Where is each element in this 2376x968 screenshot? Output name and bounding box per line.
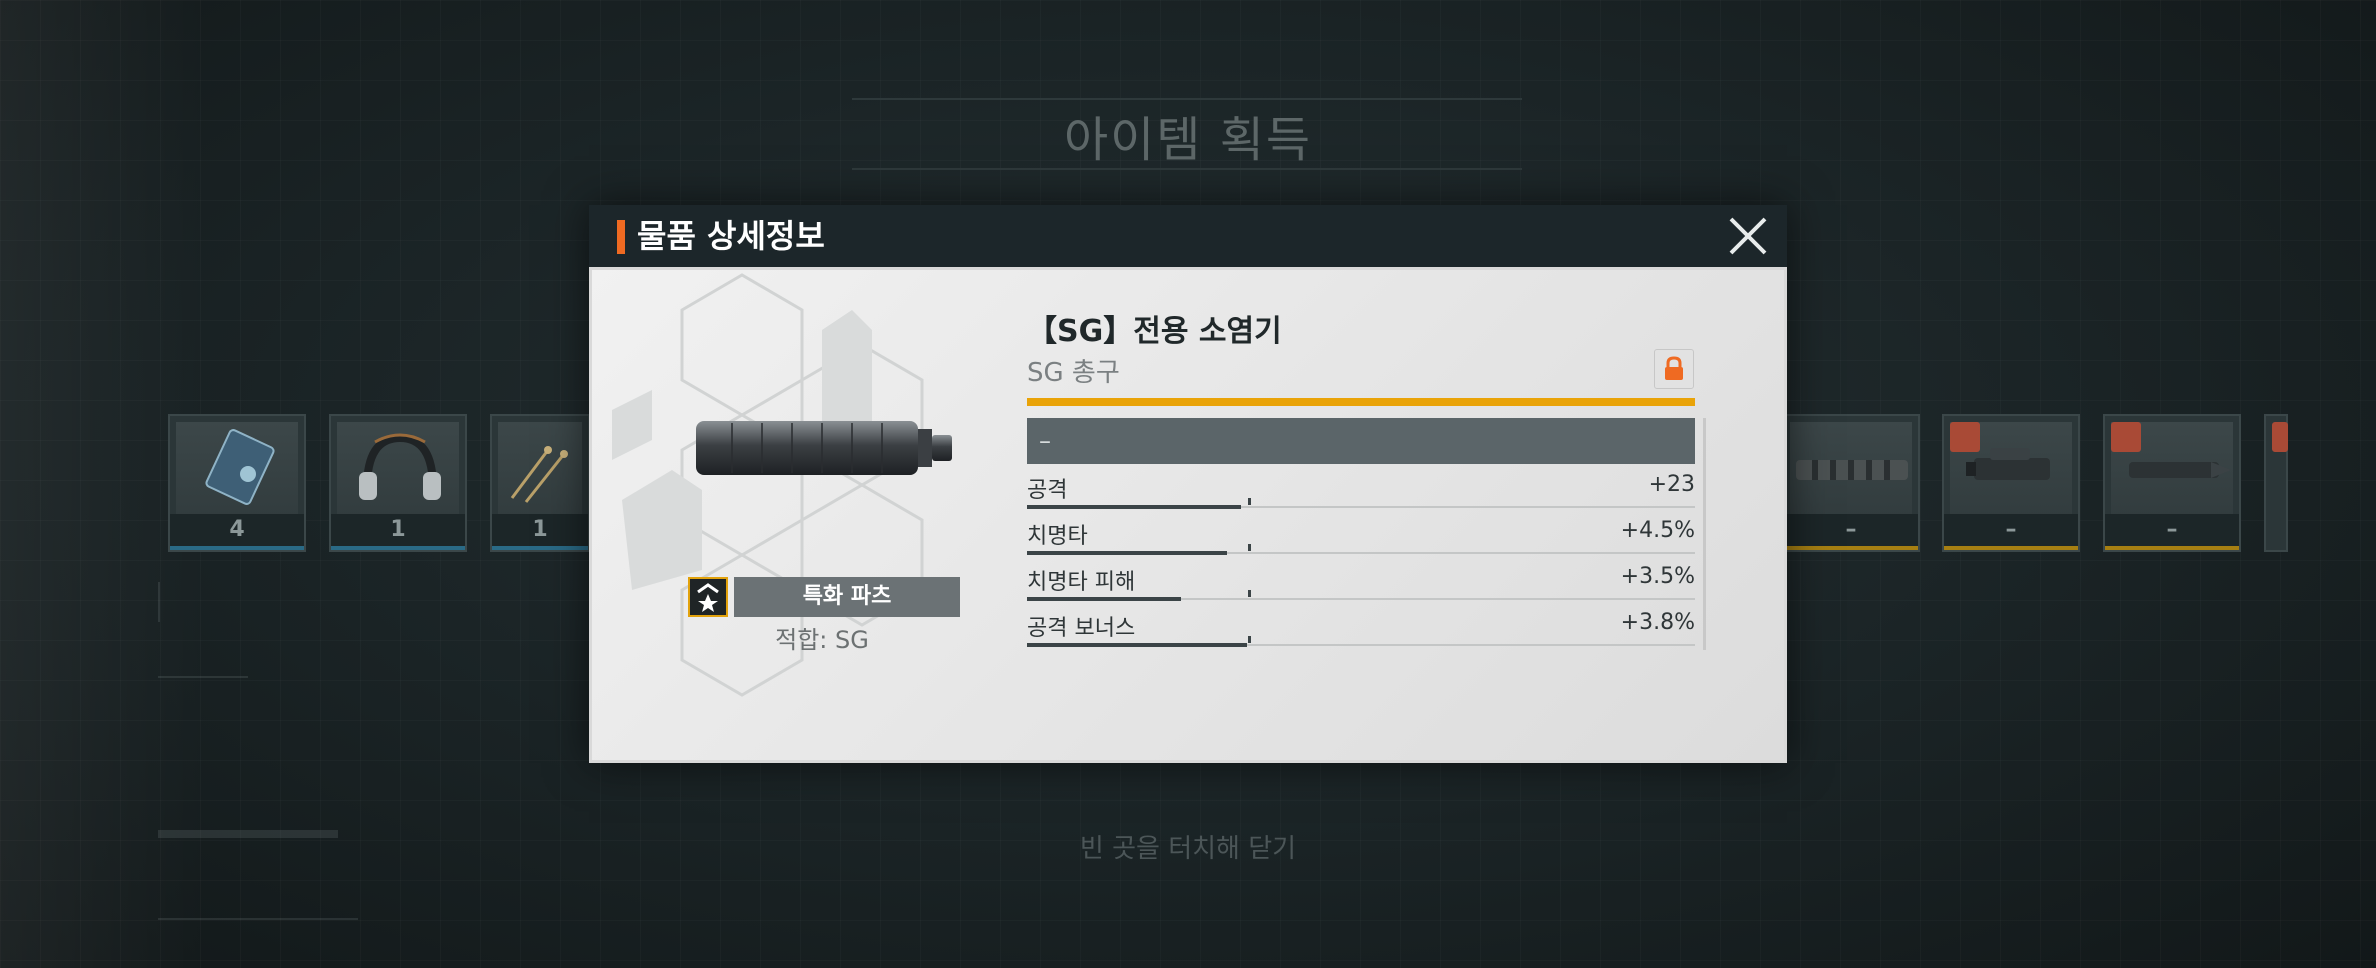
stats-scrollbar[interactable] — [1703, 418, 1706, 650]
page-title: 아이템 획득 — [1063, 112, 1313, 168]
header-accent — [617, 220, 625, 254]
reward-slot[interactable]: – — [2103, 414, 2241, 552]
close-icon — [1729, 217, 1767, 255]
lock-button[interactable] — [1654, 349, 1694, 389]
modal-header: 물품 상세정보 — [589, 205, 1787, 267]
item-detail-modal: 물품 상세정보 특화 파츠 적합: SG 【SG】전용 소염기 SG 총구 – … — [589, 205, 1787, 763]
item-name: 【SG】전용 소염기 — [1027, 314, 1282, 349]
reward-slot[interactable]: – — [1782, 414, 1920, 552]
stat-row: 치명타 피해 +3.5% — [1027, 560, 1695, 606]
compensator-icon — [1796, 460, 1908, 480]
stat-tick — [1248, 636, 1251, 643]
reward-slot[interactable]: 1 — [490, 414, 590, 552]
stat-value: +4.5% — [1620, 518, 1695, 543]
reward-slot-partial[interactable] — [2264, 414, 2288, 552]
tools-icon — [510, 446, 568, 503]
compatibility-text: 적합: SG — [775, 626, 869, 654]
stat-fill — [1027, 597, 1181, 601]
stat-tick — [1248, 544, 1251, 551]
reward-count: – — [2105, 514, 2239, 550]
reward-slot[interactable]: 4 — [168, 414, 306, 552]
modal-title: 물품 상세정보 — [637, 217, 825, 255]
reward-count: – — [1784, 514, 1918, 550]
type-badge-icon — [2111, 422, 2141, 452]
rarity-bar — [1027, 398, 1695, 406]
item-card-icon — [205, 429, 275, 505]
type-badge-icon — [2272, 422, 2288, 452]
item-type: SG 총구 — [1027, 358, 1120, 388]
stat-label: 치명타 — [1027, 524, 1088, 549]
reward-count: – — [1944, 514, 2078, 550]
stat-label: 치명타 피해 — [1027, 570, 1136, 595]
stat-header: – — [1027, 418, 1695, 464]
stat-tick — [1248, 498, 1251, 505]
title-divider-bottom — [852, 168, 1522, 170]
background-decor — [158, 676, 248, 702]
suppressor-item-image — [696, 421, 952, 475]
reward-count: 1 — [331, 514, 465, 550]
stat-value: +3.5% — [1620, 564, 1695, 589]
reward-slot[interactable]: 1 — [329, 414, 467, 552]
type-badge-icon — [1950, 422, 1980, 452]
headphones-icon — [359, 433, 441, 500]
stat-value: +23 — [1648, 472, 1695, 497]
star-chevron-icon — [688, 577, 728, 617]
stat-row: 공격 보너스 +3.8% — [1027, 606, 1695, 652]
close-button[interactable] — [1723, 211, 1773, 261]
hexagon-pattern-background — [612, 273, 924, 697]
close-hint: 빈 곳을 터치해 닫기 — [1079, 834, 1297, 864]
reward-slot[interactable]: – — [1942, 414, 2080, 552]
stat-fill — [1027, 643, 1248, 647]
stat-label: 공격 보너스 — [1027, 616, 1136, 641]
stat-row: 공격 +23 — [1027, 468, 1695, 514]
stat-fill — [1027, 505, 1241, 509]
stat-fill — [1027, 551, 1228, 555]
lock-icon — [1665, 356, 1683, 380]
stat-tick — [1248, 590, 1251, 597]
stat-row: 치명타 +4.5% — [1027, 514, 1695, 560]
stat-value: +3.8% — [1620, 610, 1695, 635]
specialty-parts-label: 특화 파츠 — [734, 577, 960, 617]
background-decor — [158, 918, 358, 920]
modal-body: 특화 파츠 적합: SG 【SG】전용 소염기 SG 총구 – 공격 +23 치… — [589, 267, 1787, 763]
background-decor — [158, 582, 220, 622]
reward-count: 1 — [492, 514, 588, 550]
reward-count: 4 — [170, 514, 304, 550]
stat-label: 공격 — [1027, 478, 1068, 503]
